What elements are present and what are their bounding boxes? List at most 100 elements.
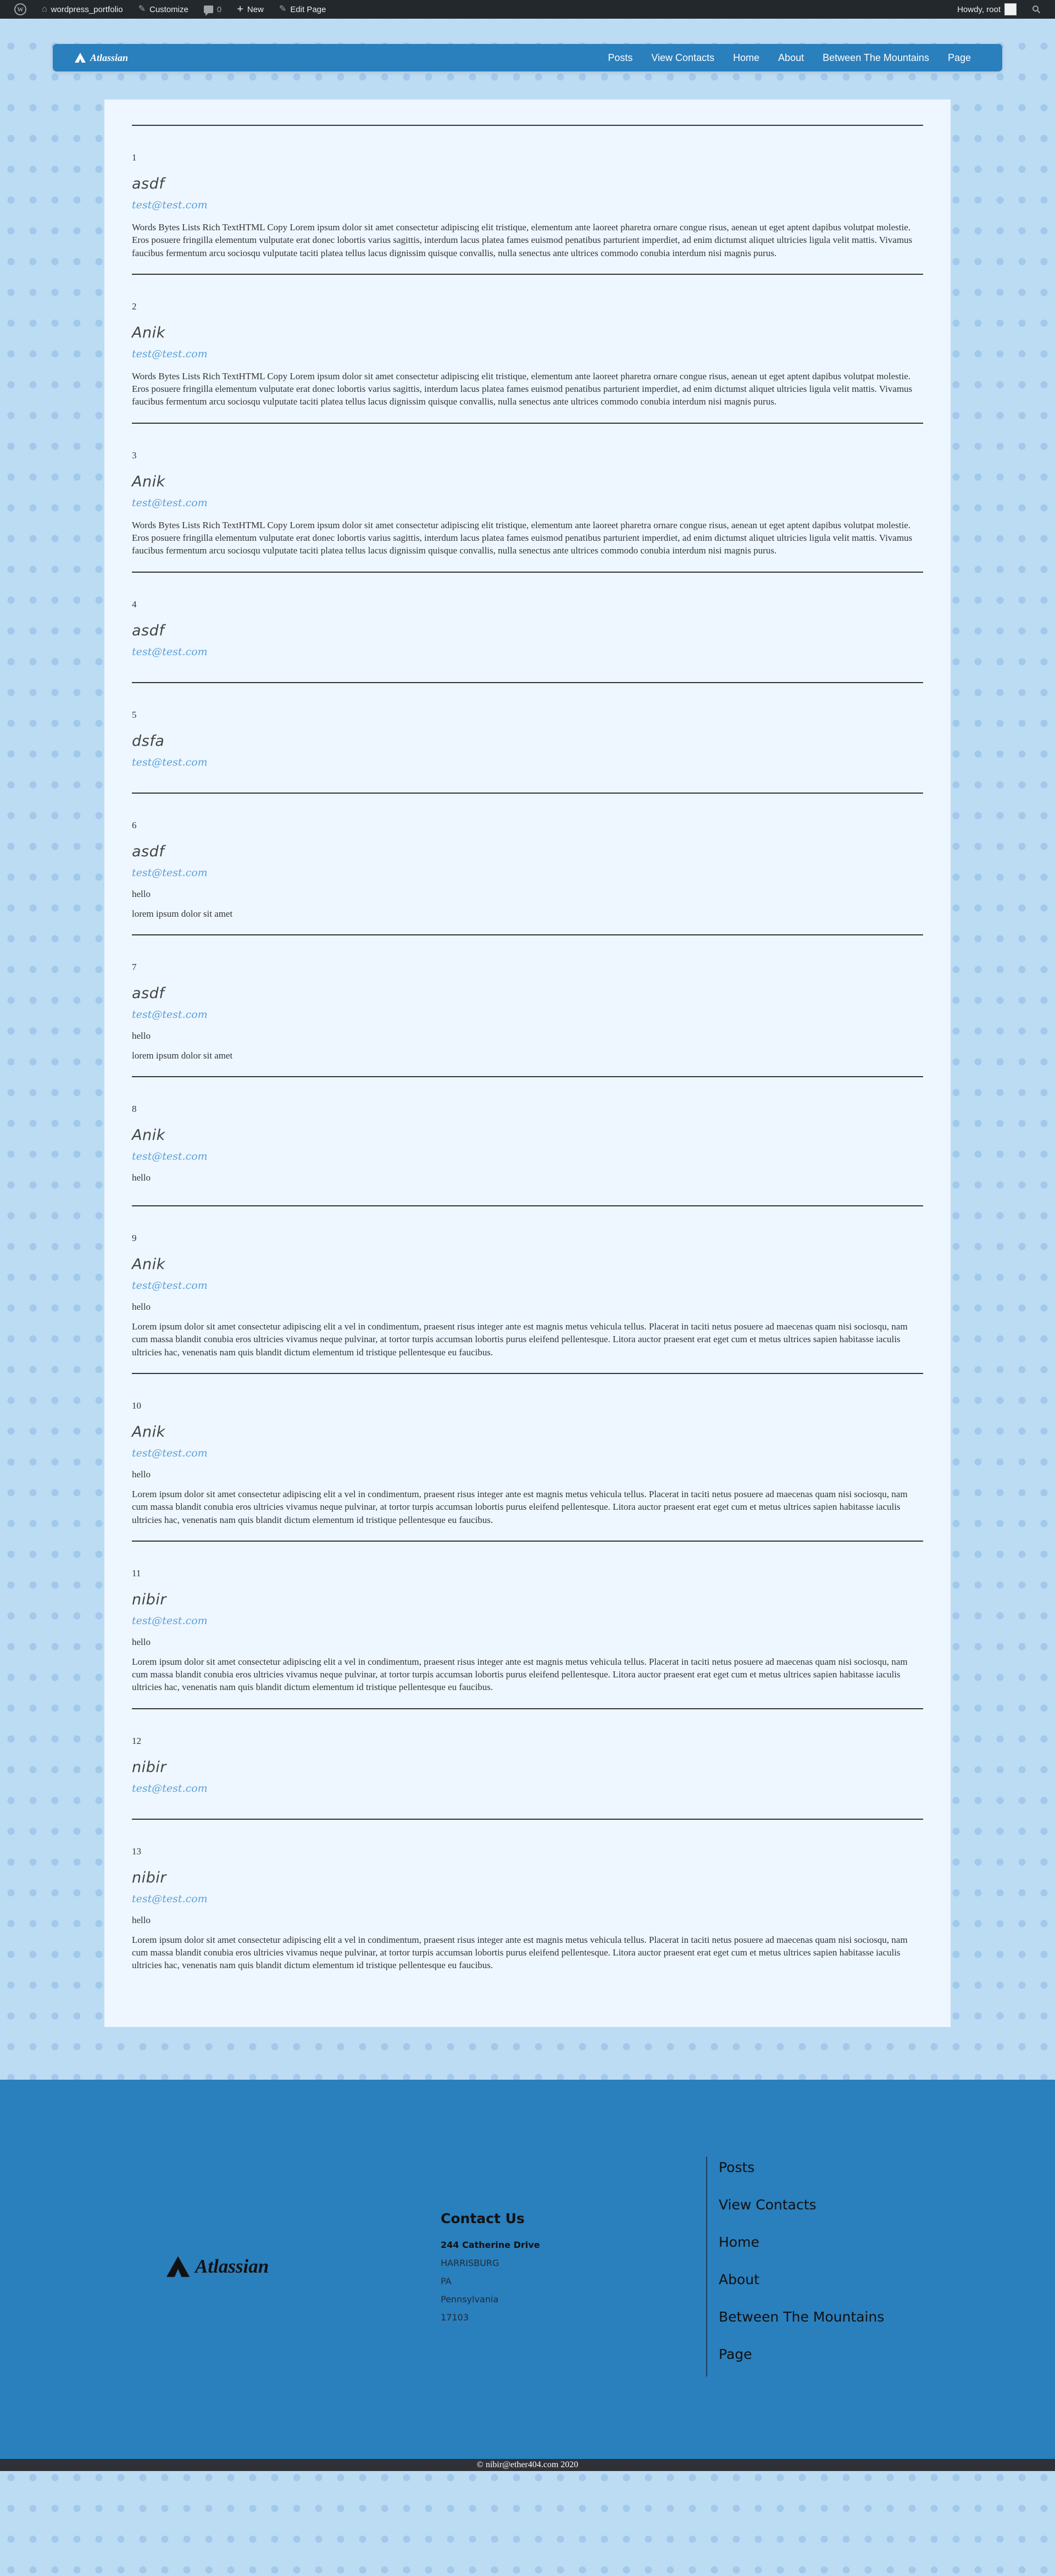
footer-link-between-the-mountains[interactable]: Between The Mountains [719,2308,884,2326]
edit-page-link[interactable]: ✎ Edit Page [271,0,334,19]
entry-name: Anik [132,1423,165,1441]
contact-us-block: Contact Us 244 Catherine Drive HARRISBUR… [441,2211,540,2330]
entry-email-link[interactable]: test@test.com [132,1782,923,1794]
footer-link-page[interactable]: Page [719,2346,884,2363]
entry-email-link[interactable]: test@test.com [132,1447,923,1459]
entry-number: 1 [132,152,137,163]
address-state-abbr: PA [441,2276,452,2287]
admin-bar-left: W ⌂ wordpress_portfolio ✎ Customize 0 + … [7,0,334,19]
entry-number: 9 [132,1233,137,1244]
nav-link-between-the-mountains[interactable]: Between The Mountains [813,52,939,64]
entry-email-link[interactable]: test@test.com [132,867,923,879]
entry-body: Words Bytes Lists Rich TextHTML Copy Lor… [132,519,913,556]
entry-email-link[interactable]: test@test.com [132,756,923,768]
entry-number: 12 [132,1735,141,1746]
entry-name: asdf [132,843,165,860]
entry-number: 2 [132,301,137,312]
entry-name: nibir [132,1869,166,1886]
plus-icon: + [237,3,243,15]
entry-number: 6 [132,819,137,830]
contact-entry: 8 Anik test@test.com hello [132,1076,923,1205]
contacts-list: 1 asdf test@test.com Words Bytes Lists R… [104,99,951,2027]
entry-number: 4 [132,599,137,610]
site-name-menu[interactable]: ⌂ wordpress_portfolio [34,0,131,19]
entry-name: Anik [132,473,165,490]
nav-link-home[interactable]: Home [724,52,769,64]
entry-body: Lorem ipsum dolor sit amet consectetur a… [132,1488,908,1525]
nav-link-view-contacts[interactable]: View Contacts [642,52,724,64]
entry-body: Lorem ipsum dolor sit amet consectetur a… [132,1934,908,1971]
customize-link[interactable]: ✎ Customize [131,0,196,19]
entry-email-link[interactable]: test@test.com [132,1615,923,1627]
contact-entry: 10 Anik test@test.com hello Lorem ipsum … [132,1372,923,1541]
new-content-menu[interactable]: + New [229,0,271,19]
entry-email-link[interactable]: test@test.com [132,348,923,360]
entry-number: 3 [132,450,137,461]
site-name: wordpress_portfolio [51,4,123,14]
footer-link-about[interactable]: About [719,2271,884,2289]
entry-body: Lorem ipsum dolor sit amet consectetur a… [132,1321,908,1358]
nav-link-page[interactable]: Page [939,52,980,64]
entry-body: lorem ipsum dolor sit amet [132,908,233,919]
nav-link-about[interactable]: About [769,52,813,64]
search-toggle[interactable] [1024,0,1048,19]
site-footer: Atlassian Contact Us 244 Catherine Drive… [0,2080,1055,2459]
entry-email-link[interactable]: test@test.com [132,1009,923,1021]
footer-brand-name: Atlassian [195,2256,269,2278]
address-zip: 17103 [441,2312,469,2323]
contact-us-heading: Contact Us [441,2211,525,2227]
footer-link-home[interactable]: Home [719,2234,884,2251]
entry-email-link[interactable]: test@test.com [132,646,923,658]
wordpress-icon: W [14,3,26,15]
comment-icon [203,5,213,16]
entry-name: Anik [132,1127,165,1144]
entry-message: hello [132,1914,151,1925]
entry-number: 7 [132,961,137,972]
contact-entry: 2 Anik test@test.com Words Bytes Lists R… [132,273,923,423]
brand-name: Atlassian [90,52,129,63]
entry-number: 13 [132,1846,141,1857]
entry-email-link[interactable]: test@test.com [132,1893,923,1905]
copyright-bar: © nibir@ether404.com 2020 [0,2459,1055,2472]
avatar [1004,3,1017,15]
contact-entry: 6 asdf test@test.com hello lorem ipsum d… [132,792,923,934]
entry-body: Words Bytes Lists Rich TextHTML Copy Lor… [132,370,913,407]
atlassian-logo-icon [75,53,86,63]
entry-name: Anik [132,324,165,341]
address-city: HARRISBURG [441,2258,499,2269]
footer-brand-logo[interactable]: Atlassian [166,2256,269,2278]
wp-logo-menu[interactable]: W [7,0,34,19]
entry-email-link[interactable]: test@test.com [132,497,923,509]
admin-bar: W ⌂ wordpress_portfolio ✎ Customize 0 + … [0,0,1055,19]
footer-link-view-contacts[interactable]: View Contacts [719,2196,884,2214]
brand-logo[interactable]: Atlassian [75,52,128,64]
comments-link[interactable]: 0 [196,0,229,19]
entry-message: hello [132,1301,151,1312]
entry-name: nibir [132,1758,166,1776]
my-account-menu[interactable]: Howdy, root [949,0,1024,19]
entry-name: asdf [132,175,165,192]
entry-name: Anik [132,1256,165,1273]
entry-name: nibir [132,1591,166,1608]
entry-message: hello [132,1469,151,1480]
contact-entry: 4 asdf test@test.com [132,571,923,682]
entry-message: hello [132,1636,151,1647]
entry-email-link[interactable]: test@test.com [132,199,923,211]
nav-link-posts[interactable]: Posts [598,52,642,64]
entry-body: lorem ipsum dolor sit amet [132,1050,233,1061]
entry-body: Words Bytes Lists Rich TextHTML Copy Lor… [132,222,913,258]
comments-count: 0 [216,4,222,14]
contact-entry: 9 Anik test@test.com hello Lorem ipsum d… [132,1205,923,1373]
primary-menu: Posts View Contacts Home About Between T… [598,52,980,64]
contact-entry: 1 asdf test@test.com Words Bytes Lists R… [132,125,923,274]
entry-number: 10 [132,1400,141,1411]
contact-entry: 11 nibir test@test.com hello Lorem ipsum… [132,1540,923,1708]
footer-link-posts[interactable]: Posts [719,2159,884,2176]
entry-number: 11 [132,1567,141,1578]
entry-email-link[interactable]: test@test.com [132,1279,923,1292]
footer-menu: Posts View Contacts Home About Between T… [706,2157,884,2377]
entry-email-link[interactable]: test@test.com [132,1150,923,1162]
edit-page-label: Edit Page [290,4,326,14]
address-state: Pennsylvania [441,2294,499,2305]
search-icon [1032,5,1041,14]
